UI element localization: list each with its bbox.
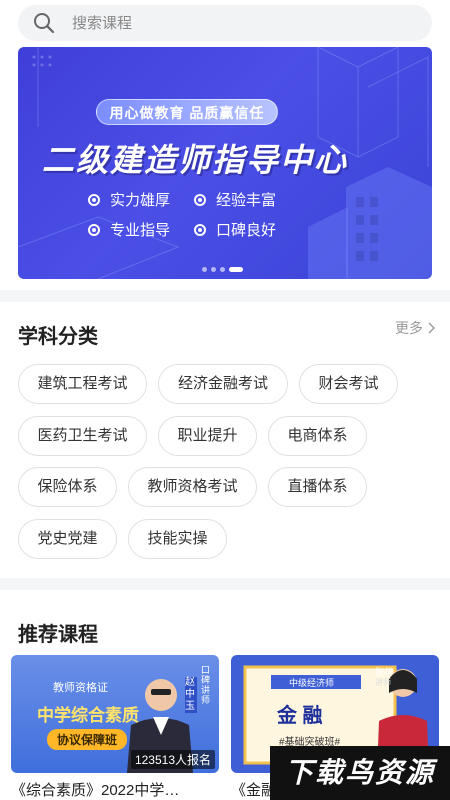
cover-main-label: 中学综合素质 xyxy=(37,706,139,725)
more-label: 更多 xyxy=(395,320,423,336)
category-tag[interactable]: 职业提升 xyxy=(158,416,257,456)
category-tag[interactable]: 财会考试 xyxy=(299,364,398,404)
categories-title: 学科分类 xyxy=(18,326,98,348)
teacher-name: 赵中玉 xyxy=(185,677,197,713)
section-divider xyxy=(0,290,450,302)
chevron-right-icon xyxy=(428,322,435,334)
category-tag[interactable]: 保险体系 xyxy=(18,467,117,507)
bullet-icon xyxy=(194,193,206,206)
pager-dot[interactable] xyxy=(202,267,207,272)
banner-title: 二级建造师指导中心 xyxy=(42,142,349,178)
cover-small-label: 中级经济师 xyxy=(289,678,335,688)
course-title[interactable]: 《金融》 xyxy=(231,779,271,800)
more-link[interactable]: 更多 xyxy=(395,318,436,338)
banner-slogan: 用心做教育 品质赢信任 xyxy=(96,99,278,125)
watermark-logo: 下载鸟资源 xyxy=(270,746,450,800)
promo-banner[interactable]: 用心做教育 品质赢信任 二级建造师指导中心 实力雄厚 经验丰富 专业指导 口碑良… xyxy=(18,47,432,279)
cover-badge: 协议保障班 xyxy=(47,729,128,750)
pager-dot[interactable] xyxy=(220,267,225,272)
category-tag[interactable]: 建筑工程考试 xyxy=(18,364,147,404)
cover-small-label: 教师资格证 xyxy=(53,682,108,694)
category-tag[interactable]: 直播体系 xyxy=(268,467,367,507)
category-tag[interactable]: 电商体系 xyxy=(268,416,367,456)
search-icon xyxy=(34,13,55,34)
banner-feature: 实力雄厚 xyxy=(88,189,170,210)
banner-feature: 口碑良好 xyxy=(194,219,276,240)
bullet-icon xyxy=(88,223,100,236)
pager-dot[interactable] xyxy=(211,267,216,272)
banner-feature: 经验丰富 xyxy=(194,189,276,210)
cover-main-label: 金 融 xyxy=(277,705,323,727)
category-tag[interactable]: 经济金融考试 xyxy=(158,364,288,404)
enroll-count: 123513人报名 xyxy=(130,750,215,769)
search-bar[interactable] xyxy=(18,5,432,41)
course-card-cover[interactable]: 教师资格证 中学综合素质 协议保障班 口碑讲师 赵中玉 123513人报名 xyxy=(11,655,219,773)
bullet-icon xyxy=(88,193,100,206)
course-title[interactable]: 《综合素质》2022中学… xyxy=(11,779,219,800)
banner-pager xyxy=(202,267,243,272)
teacher-tag: 口碑讲师 xyxy=(201,665,211,705)
banner-feature: 专业指导 xyxy=(88,219,170,240)
bullet-icon xyxy=(194,223,206,236)
recommend-title: 推荐课程 xyxy=(18,624,98,646)
category-tag[interactable]: 教师资格考试 xyxy=(128,467,257,507)
teacher-tag: 讲师 xyxy=(375,678,391,687)
section-divider xyxy=(0,578,450,590)
category-tag[interactable]: 党史党建 xyxy=(18,519,117,559)
search-input[interactable] xyxy=(72,14,372,32)
category-tag[interactable]: 医药卫生考试 xyxy=(18,416,147,456)
category-tag[interactable]: 技能实操 xyxy=(128,519,227,559)
pager-dot-active[interactable] xyxy=(229,267,243,272)
